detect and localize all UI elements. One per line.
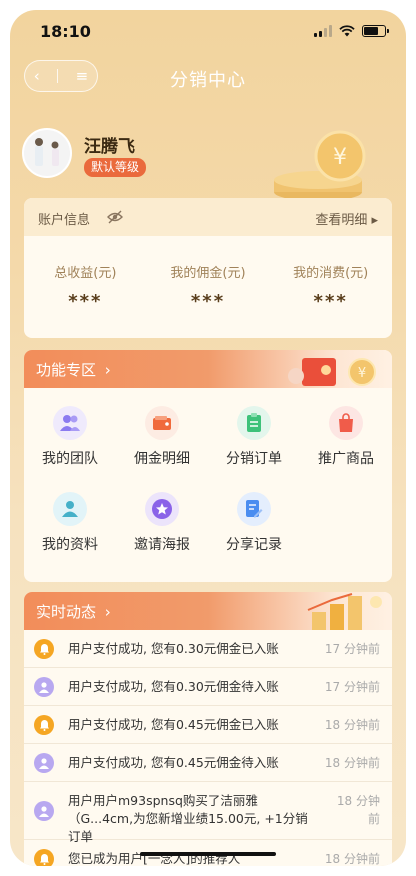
- user-icon: [34, 753, 54, 773]
- edit-note-icon: [237, 492, 271, 526]
- feed-time: 18 分钟前: [324, 756, 380, 770]
- stat-total-income: 总收益(元) ***: [24, 262, 147, 312]
- functions-card: 功能专区 › ¥ 我的团队 佣金明细 分销订单 推广商品 我的资料 邀请海报 分…: [24, 350, 392, 582]
- list-item[interactable]: 用户支付成功, 您有0.45元佣金待入账 18 分钟前: [24, 744, 392, 782]
- avatar[interactable]: [22, 128, 72, 178]
- home-indicator: [140, 852, 276, 856]
- signal-icon: [314, 25, 332, 37]
- user-name: 汪腾飞: [84, 137, 135, 157]
- status-bar: 18:10: [10, 10, 406, 54]
- feed-message: 用户用户m93spnsq购买了洁丽雅（G...4cm,为您新增业绩15.00元,…: [68, 793, 308, 844]
- stat-my-commission: 我的佣金(元) ***: [147, 262, 270, 312]
- app-screen: 18:10 ‹ ≡ 分销中心 汪腾飞 默认等级 ¥ 账户信息 查看明细 ▸ 总收…: [10, 10, 406, 866]
- list-item[interactable]: 用户支付成功, 您有0.45元佣金已入账 18 分钟前: [24, 706, 392, 744]
- fn-promote-products[interactable]: 推广商品: [300, 406, 392, 468]
- fn-commission-details[interactable]: 佣金明细: [116, 406, 208, 468]
- feed-time: 17 分钟前: [324, 680, 380, 694]
- bell-icon: [34, 849, 54, 866]
- realtime-card: 实时动态 › 用户支付成功, 您有0.30元佣金已入账 17 分钟前 用户支付成…: [24, 592, 392, 866]
- feed-time: 18 分钟前: [336, 794, 380, 826]
- stat-label: 总收益(元): [54, 266, 117, 281]
- realtime-header[interactable]: 实时动态 ›: [24, 592, 392, 630]
- fn-label: 佣金明细: [134, 451, 190, 467]
- chevron-right-icon: ›: [104, 361, 111, 379]
- nav-bar: ‹ ≡ 分销中心: [10, 58, 406, 98]
- fn-my-profile[interactable]: 我的资料: [24, 492, 116, 554]
- list-item[interactable]: 用户用户m93spnsq购买了洁丽雅（G...4cm,为您新增业绩15.00元,…: [24, 782, 392, 844]
- svg-text:¥: ¥: [333, 145, 347, 170]
- stat-value: ***: [68, 291, 103, 312]
- fn-label: 分销订单: [226, 451, 282, 467]
- user-icon: [34, 677, 54, 697]
- feed-time: 18 分钟前: [324, 852, 380, 866]
- stat-label: 我的消费(元): [293, 266, 369, 281]
- stat-label: 我的佣金(元): [170, 266, 246, 281]
- fn-label: 邀请海报: [134, 537, 190, 553]
- functions-title: 功能专区: [36, 361, 97, 379]
- list-item[interactable]: 用户支付成功, 您有0.30元佣金待入账 17 分钟前: [24, 668, 392, 706]
- account-card: 账户信息 查看明细 ▸ 总收益(元) *** 我的佣金(元) *** 我的消费(…: [24, 198, 392, 338]
- battery-icon: [362, 25, 389, 37]
- eye-hidden-icon[interactable]: [107, 210, 123, 224]
- chart-decoration: [307, 593, 382, 630]
- profile-icon: [53, 492, 87, 526]
- chevron-right-icon: ›: [104, 603, 111, 621]
- status-icons: [314, 25, 389, 37]
- stat-value: ***: [190, 291, 226, 312]
- shopping-bag-icon: [329, 406, 363, 440]
- wifi-icon: [339, 25, 355, 37]
- functions-grid: 我的团队 佣金明细 分销订单 推广商品 我的资料 邀请海报 分享记录: [24, 406, 392, 578]
- team-icon: [53, 406, 87, 440]
- account-stats: 总收益(元) *** 我的佣金(元) *** 我的消费(元) ***: [24, 262, 392, 312]
- fn-label: 分享记录: [226, 537, 282, 553]
- view-details-link[interactable]: 查看明细 ▸: [315, 209, 378, 228]
- fn-my-team[interactable]: 我的团队: [24, 406, 116, 468]
- star-badge-icon: [145, 492, 179, 526]
- user-icon: [34, 801, 54, 821]
- fn-label: 我的团队: [42, 451, 98, 467]
- fn-label: 推广商品: [318, 451, 374, 467]
- feed-time: 18 分钟前: [324, 718, 380, 732]
- bell-icon: [34, 639, 54, 659]
- stat-my-spending: 我的消费(元) ***: [269, 262, 392, 312]
- level-badge: 默认等级: [84, 158, 147, 177]
- realtime-title: 实时动态: [36, 603, 97, 621]
- list-item[interactable]: 用户支付成功, 您有0.30元佣金已入账 17 分钟前: [24, 630, 392, 668]
- feed-message: 用户支付成功, 您有0.45元佣金待入账: [68, 755, 279, 770]
- bell-icon: [34, 715, 54, 735]
- feed-message: 用户支付成功, 您有0.30元佣金已入账: [68, 641, 279, 656]
- account-header: 账户信息 查看明细 ▸: [24, 198, 392, 236]
- functions-header[interactable]: 功能专区 › ¥: [24, 350, 392, 388]
- fn-share-records[interactable]: 分享记录: [208, 492, 300, 554]
- feed-message: 用户支付成功, 您有0.45元佣金已入账: [68, 717, 279, 732]
- status-time: 18:10: [40, 22, 91, 41]
- realtime-feed: 用户支付成功, 您有0.30元佣金已入账 17 分钟前 用户支付成功, 您有0.…: [24, 630, 392, 866]
- svg-text:¥: ¥: [358, 366, 366, 381]
- fn-label: 我的资料: [42, 537, 98, 553]
- coins-illustration: ¥: [274, 130, 366, 201]
- feed-message: 用户支付成功, 您有0.30元佣金待入账: [68, 679, 279, 694]
- profile-section: 汪腾飞 默认等级 ¥: [22, 128, 394, 201]
- account-label: 账户信息: [38, 213, 91, 228]
- gift-decoration: ¥: [288, 358, 376, 386]
- page-title: 分销中心: [170, 70, 246, 91]
- fn-distribution-orders[interactable]: 分销订单: [208, 406, 300, 468]
- stat-value: ***: [313, 291, 348, 312]
- wallet-icon: [145, 406, 179, 440]
- feed-time: 17 分钟前: [324, 642, 380, 656]
- clipboard-icon: [237, 406, 271, 440]
- fn-invite-poster[interactable]: 邀请海报: [116, 492, 208, 554]
